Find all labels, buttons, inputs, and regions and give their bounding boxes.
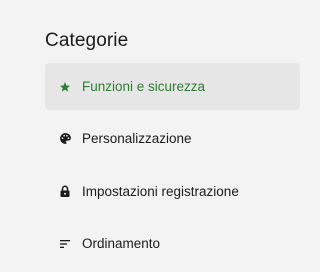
category-item-features-security[interactable]: Funzioni e sicurezza bbox=[45, 63, 300, 110]
category-item-label: Ordinamento bbox=[82, 236, 161, 251]
categories-panel: Categorie Funzioni e sicurezza Personali… bbox=[0, 0, 319, 272]
category-item-label: Funzioni e sicurezza bbox=[82, 79, 206, 94]
category-item-label: Impostazioni registrazione bbox=[82, 184, 239, 199]
star-icon bbox=[58, 80, 72, 94]
categories-heading: Categorie bbox=[45, 30, 129, 51]
category-item-recording-settings[interactable]: Impostazioni registrazione bbox=[45, 168, 300, 215]
category-item-label: Personalizzazione bbox=[82, 131, 192, 146]
palette-icon bbox=[58, 132, 72, 146]
category-item-personalization[interactable]: Personalizzazione bbox=[45, 115, 300, 162]
sort-icon bbox=[58, 237, 72, 251]
lock-icon bbox=[58, 185, 72, 199]
category-item-sorting[interactable]: Ordinamento bbox=[45, 220, 300, 267]
